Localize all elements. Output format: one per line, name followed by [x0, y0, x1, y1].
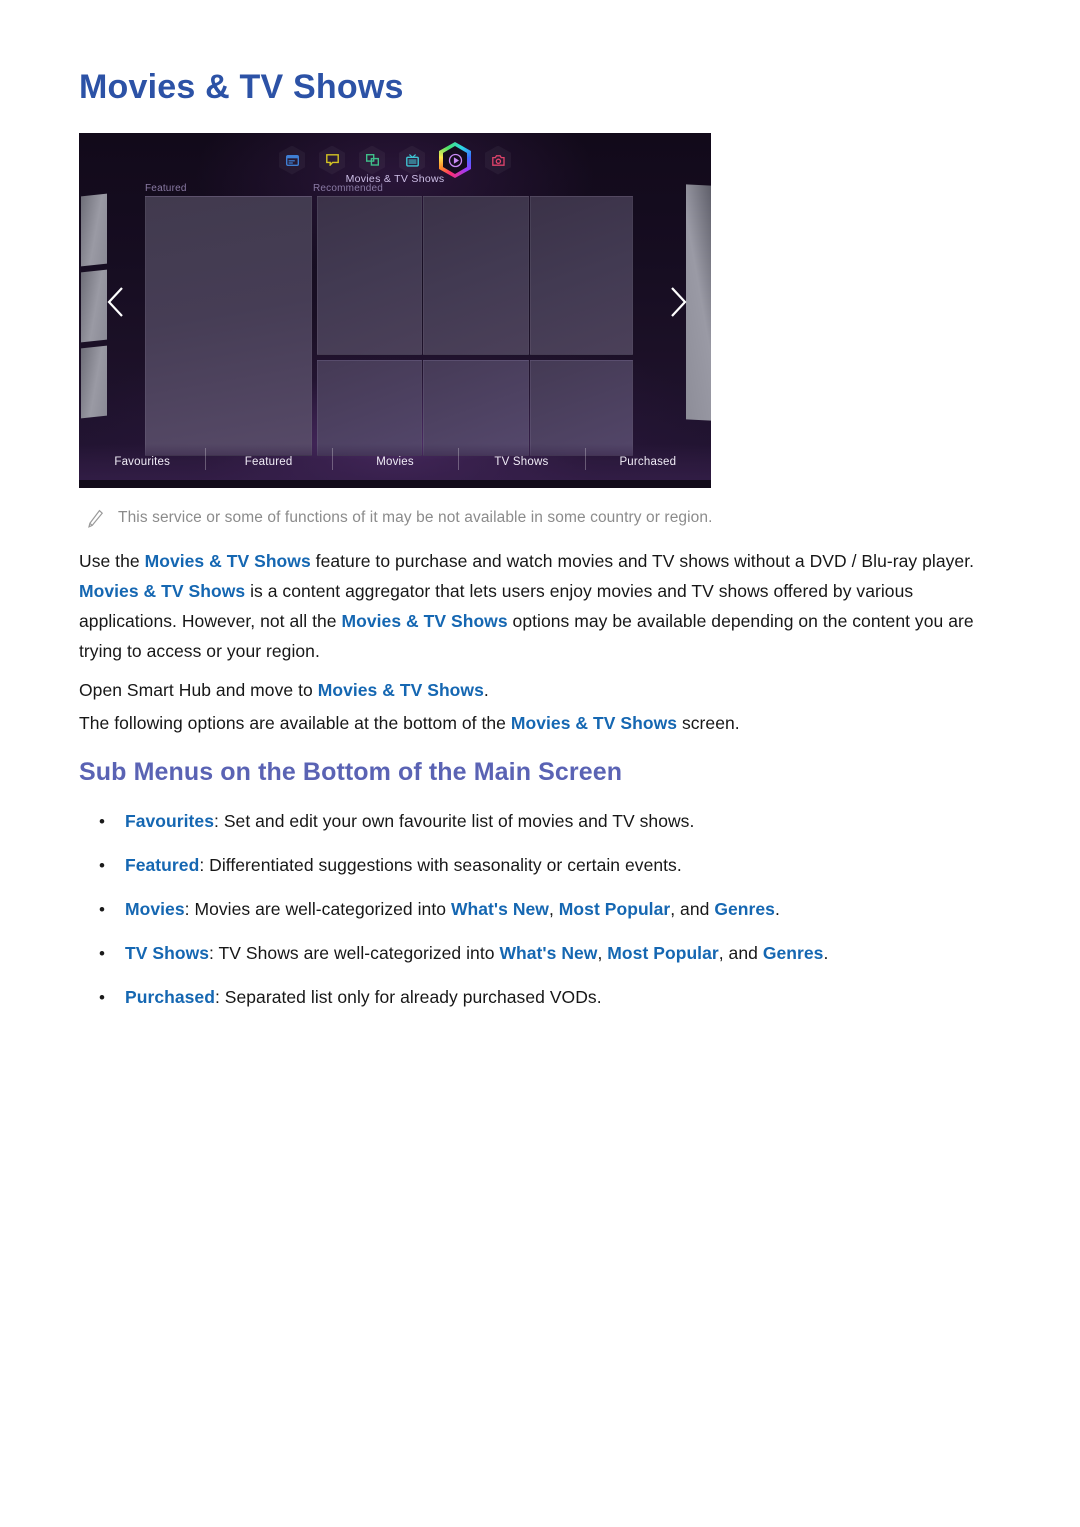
bullet-marker: •: [99, 944, 105, 963]
recommended-tile[interactable]: [317, 360, 422, 456]
tv-menu-item-movies[interactable]: Movies: [331, 448, 458, 470]
tv-menu-item-favourites[interactable]: Favourites: [79, 456, 205, 468]
right-panel: [686, 184, 711, 421]
left-panel-1: [81, 193, 107, 267]
bullet-text: Purchased: Separated list only for alrea…: [125, 987, 602, 1007]
tv-screen-figure: Movies & TV Shows Featured Recommended F…: [79, 133, 711, 488]
previous-page-arrow-icon[interactable]: [105, 285, 127, 319]
bullet-marker: •: [99, 856, 105, 875]
left-panel-3: [81, 345, 107, 419]
recommended-tile[interactable]: [530, 196, 633, 355]
bullet-tv-shows: • TV Shows: TV Shows are well-categorize…: [95, 940, 1025, 967]
smart-hub-icon-bar: [79, 142, 711, 178]
tv-menu-item-purchased[interactable]: Purchased: [584, 448, 711, 470]
camera-icon[interactable]: [485, 145, 511, 175]
featured-tile[interactable]: [145, 196, 312, 456]
bullet-movies: • Movies: Movies are well-categorized in…: [95, 896, 1025, 923]
body-text-block: Use the Movies & TV Shows feature to pur…: [79, 546, 1014, 741]
multi-window-icon[interactable]: [359, 145, 385, 175]
note-row: This service or some of functions of it …: [86, 508, 1006, 529]
recommended-tile[interactable]: [530, 360, 633, 456]
bullet-featured: • Featured: Differentiated suggestions w…: [95, 852, 1025, 879]
bullet-text: TV Shows: TV Shows are well-categorized …: [125, 943, 829, 963]
bullet-marker: •: [99, 988, 105, 1007]
recommended-tile[interactable]: [423, 196, 529, 355]
pencil-note-icon: [88, 509, 104, 528]
tv-bottom-menu-bar: Favourites Featured Movies TV Shows Purc…: [79, 444, 711, 480]
bullet-text: Movies: Movies are well-categorized into…: [125, 899, 780, 919]
bullet-text: Favourites: Set and edit your own favour…: [125, 811, 695, 831]
bullet-text: Featured: Differentiated suggestions wit…: [125, 855, 682, 875]
recommended-tile[interactable]: [317, 196, 422, 355]
manual-page: Movies & TV Shows Movies & TV Shows Feat…: [0, 0, 1080, 1527]
speech-bubble-icon[interactable]: [319, 145, 345, 175]
left-panel-2: [81, 269, 107, 343]
recommended-tile[interactable]: [423, 360, 529, 456]
tv-icon[interactable]: [399, 145, 425, 175]
paragraph-open-smart-hub: Open Smart Hub and move to Movies & TV S…: [79, 680, 489, 700]
tv-menu-item-featured[interactable]: Featured: [205, 448, 331, 470]
bullet-purchased: • Purchased: Separated list only for alr…: [95, 984, 1025, 1011]
bullet-favourites: • Favourites: Set and edit your own favo…: [95, 808, 1025, 835]
bullet-marker: •: [99, 812, 105, 831]
paragraph-main: Use the Movies & TV Shows feature to pur…: [79, 551, 975, 661]
page-title: Movies & TV Shows: [79, 68, 404, 106]
paragraph-following-options: The following options are available at t…: [79, 713, 740, 733]
sub-menu-bullet-list: • Favourites: Set and edit your own favo…: [95, 808, 1025, 1028]
tv-menu-item-tv-shows[interactable]: TV Shows: [458, 448, 584, 470]
tv-bottom-edge: [79, 480, 711, 488]
bullet-marker: •: [99, 900, 105, 919]
sub-section-heading: Sub Menus on the Bottom of the Main Scre…: [79, 758, 623, 786]
next-page-arrow-icon[interactable]: [667, 285, 689, 319]
section-label-featured: Featured: [145, 183, 187, 194]
note-text: This service or some of functions of it …: [118, 509, 713, 526]
section-label-recommended: Recommended: [313, 183, 384, 194]
apps-panel-icon[interactable]: [279, 145, 305, 175]
